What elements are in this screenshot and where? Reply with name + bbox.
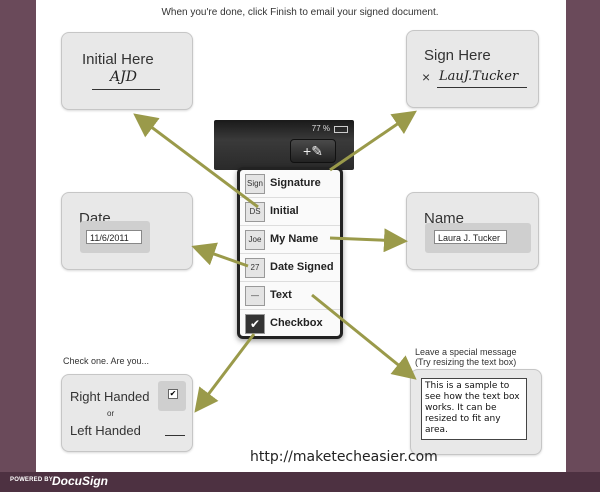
- arrows-overlay: [133, 110, 417, 413]
- arrow-to-checkbox: [194, 333, 256, 413]
- arrow-to-initial: [133, 113, 259, 209]
- arrow-to-name: [329, 228, 408, 253]
- arrow-to-signature: [329, 110, 417, 172]
- arrow-to-message: [311, 293, 417, 380]
- footer-bar: POWERED BY DocuSign: [0, 472, 600, 492]
- source-url: http://maketecheasier.com: [250, 449, 438, 465]
- powered-by-text: POWERED BY: [10, 477, 54, 483]
- arrow-to-date: [191, 242, 249, 268]
- docusign-logo: DocuSign: [52, 474, 108, 488]
